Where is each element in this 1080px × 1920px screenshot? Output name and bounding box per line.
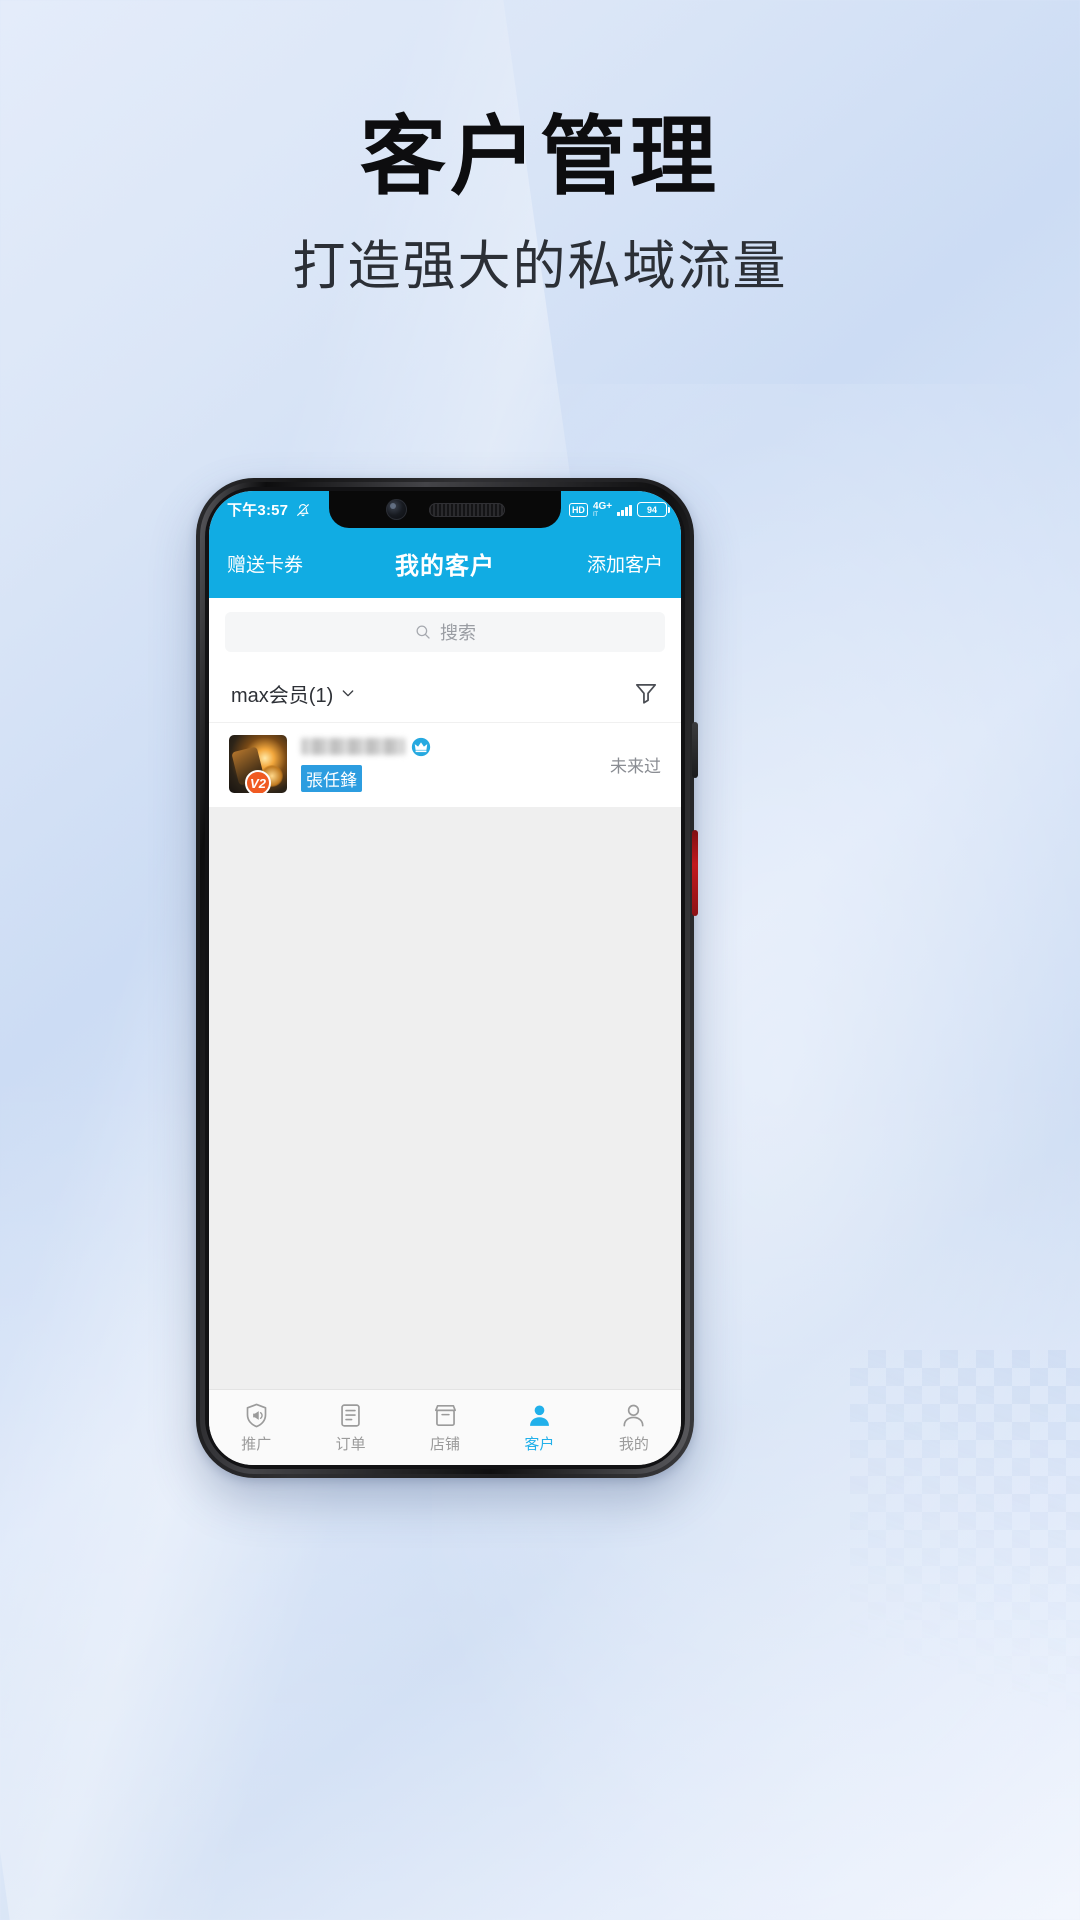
tab-label: 店铺	[430, 1435, 461, 1453]
add-customer-button[interactable]: 添加客户	[587, 550, 663, 577]
customer-user-icon	[529, 1404, 549, 1426]
tab-label: 推广	[241, 1435, 272, 1453]
background-checker-pattern	[850, 1350, 1080, 1770]
tab-customers[interactable]: 客户	[492, 1402, 586, 1454]
search-placeholder: 搜索	[440, 623, 476, 643]
hd-icon: HD	[568, 502, 588, 517]
level-badge: V2	[245, 770, 271, 793]
profile-user-icon	[623, 1404, 644, 1426]
tab-promotion[interactable]: 推广	[209, 1402, 303, 1454]
tab-shop[interactable]: 店铺	[398, 1402, 492, 1454]
status-bar-left: 下午3:57	[227, 499, 311, 520]
status-bar-right: HD 4G+ IT 94	[568, 500, 671, 518]
customer-status: 未来过	[610, 756, 661, 776]
customer-list-empty-area	[209, 807, 681, 1389]
tab-profile[interactable]: 我的	[587, 1402, 681, 1454]
order-list-icon	[341, 1403, 360, 1427]
power-button[interactable]	[692, 830, 698, 916]
tab-orders[interactable]: 订单	[303, 1402, 397, 1454]
table-row[interactable]: V2 張任鋒 未来过	[209, 722, 681, 807]
chevron-down-icon	[342, 690, 354, 697]
search-section: 搜索	[209, 598, 681, 664]
bell-off-icon	[297, 503, 310, 516]
search-icon	[416, 625, 430, 639]
app-navbar: 赠送卡券 我的客户 添加客户	[209, 528, 681, 598]
earpiece-speaker-icon	[428, 502, 505, 517]
filter-row: max会员(1)	[209, 664, 681, 722]
phone-mockup: 下午3:57 HD 4G+ IT 94 赠送卡券 我的客户 添加客户 搜索 ma…	[196, 478, 698, 1478]
status-time: 下午3:57	[227, 502, 289, 519]
tab-label: 客户	[524, 1435, 555, 1453]
network-type-label: 4G+ IT	[592, 500, 613, 518]
customer-name-masked	[301, 738, 405, 755]
shop-icon	[434, 1404, 456, 1426]
crown-icon	[411, 737, 431, 756]
page-subtitle: 打造强大的私域流量	[292, 237, 788, 297]
search-input[interactable]: 搜索	[225, 612, 665, 652]
signal-bars-icon	[617, 503, 632, 516]
screen-notch	[329, 491, 561, 528]
tab-label: 订单	[335, 1435, 366, 1453]
battery-icon: 94	[637, 502, 671, 517]
navbar-title: 我的客户	[395, 552, 495, 580]
member-group-dropdown[interactable]: max会员(1)	[231, 679, 356, 708]
bottom-tab-bar: 推广 订单 店铺 客户 我的	[209, 1389, 681, 1465]
customer-name-line	[301, 737, 596, 757]
megaphone-shield-icon	[246, 1403, 267, 1427]
phone-screen: 下午3:57 HD 4G+ IT 94 赠送卡券 我的客户 添加客户 搜索 ma…	[209, 491, 681, 1465]
gift-coupon-button[interactable]: 赠送卡券	[227, 550, 303, 577]
avatar[interactable]: V2	[229, 735, 287, 793]
funnel-icon[interactable]	[633, 680, 659, 706]
tab-label: 我的	[618, 1435, 649, 1453]
customer-nickname: 張任鋒	[301, 764, 362, 792]
battery-percent-label: 94	[646, 504, 657, 515]
front-camera-icon	[385, 499, 407, 520]
customer-info: 張任鋒	[301, 737, 596, 792]
member-group-label: max会员(1)	[231, 684, 334, 707]
promo-header: 客户管理 打造强大的私域流量	[0, 112, 1080, 300]
volume-button[interactable]	[692, 722, 698, 778]
page-title: 客户管理	[360, 109, 720, 205]
